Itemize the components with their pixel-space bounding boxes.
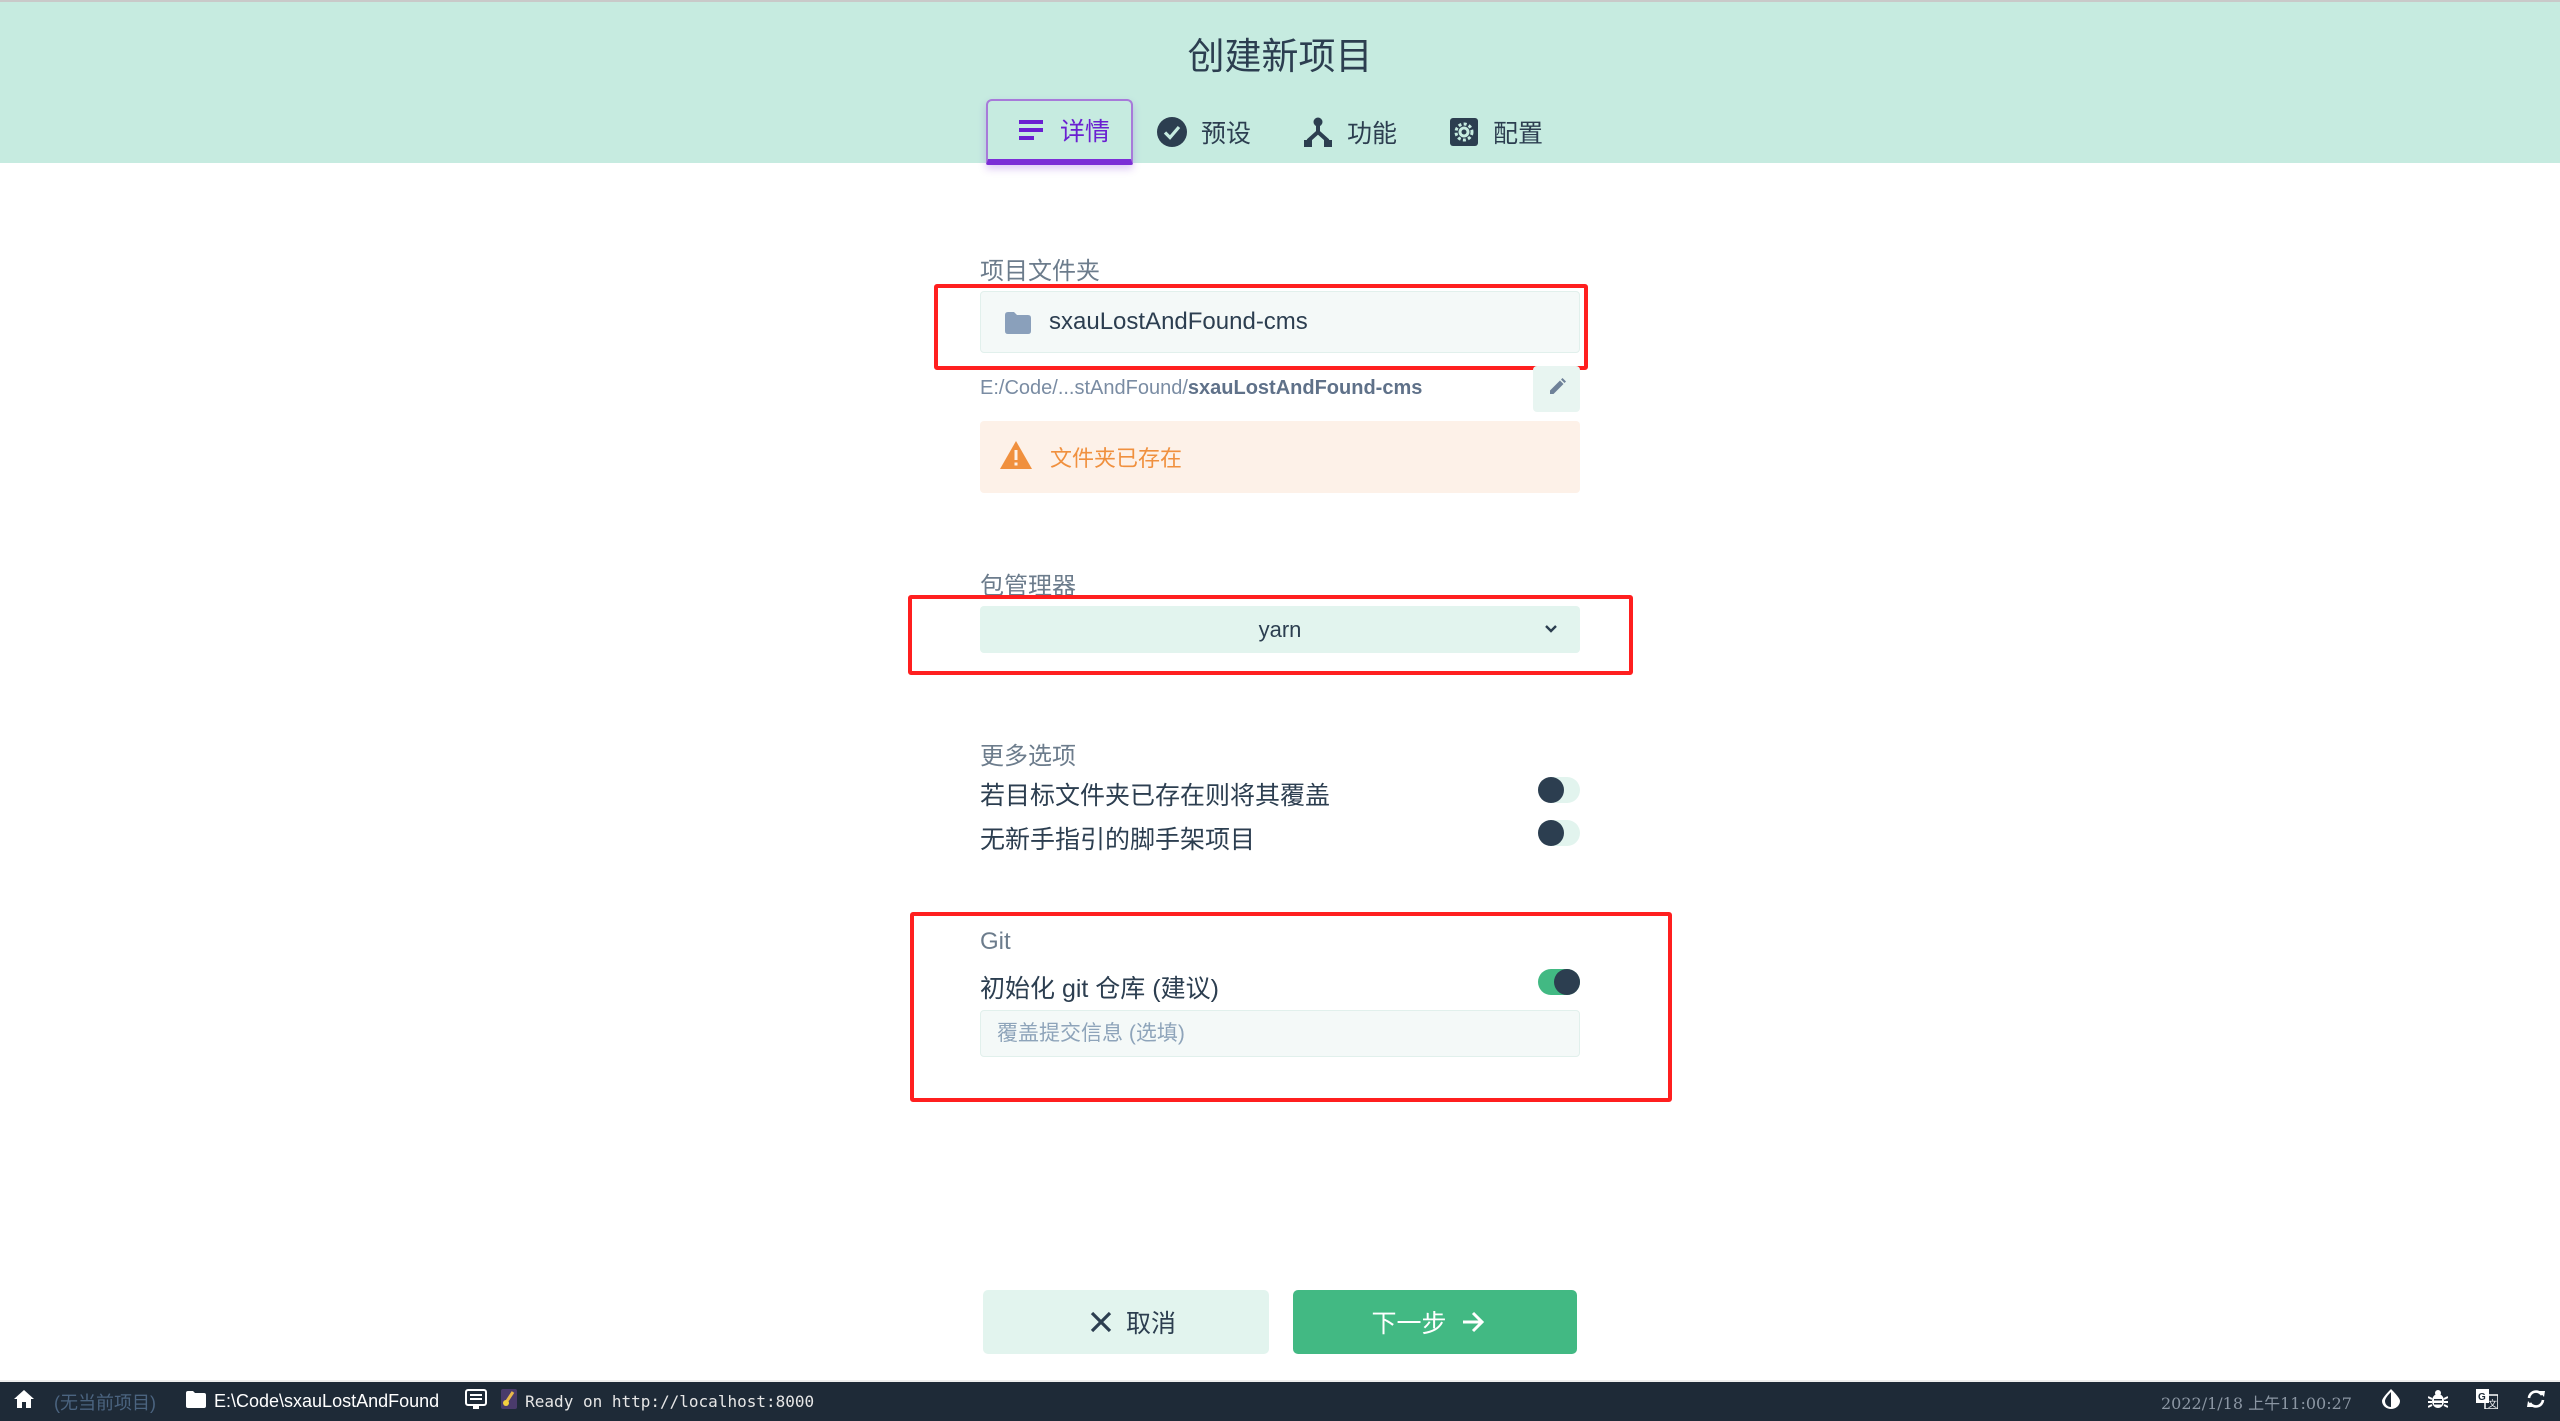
tab-config[interactable]: 配置 [1423,99,1569,165]
more-options-label: 更多选项 [980,743,1076,770]
tab-presets[interactable]: 预设 [1133,99,1277,165]
cwd-item[interactable]: E:\Code\sxauLostAndFound [186,1382,439,1421]
git-init-label: 初始化 git 仓库 (建议) [980,975,1219,1003]
status-bar: (无当前项目) E:\Code\sxauLostAndFound Ready o… [0,1380,2560,1421]
bug-icon [2427,1389,2449,1414]
option-overwrite-label: 若目标文件夹已存在则将其覆盖 [980,782,1331,810]
contrast-icon [2382,1389,2400,1414]
project-folder-label: 项目文件夹 [980,258,1100,285]
page-header: 创建新项目 详情 预设 功能 配置 [0,0,2560,165]
svg-text:G: G [2478,1392,2486,1403]
toggle-knob [1554,969,1580,995]
cancel-label: 取消 [1125,1310,1176,1338]
check-circle-icon [1157,117,1187,147]
edit-path-button[interactable] [1533,366,1580,412]
refresh-icon [2526,1389,2546,1414]
tab-label: 预设 [1201,120,1252,148]
pencil-icon [1548,377,1566,401]
fork-icon [1303,117,1333,147]
chevron-down-icon [1544,621,1558,639]
webpack-log-icon [501,1389,518,1414]
dark-mode-button[interactable] [2382,1382,2400,1421]
commit-message-input[interactable] [981,1011,1579,1056]
cwd-text: E:\Code\sxauLostAndFound [214,1391,440,1411]
project-folder-input[interactable]: sxauLostAndFound-cms [980,291,1580,353]
no-project-text: (无当前项目) [54,1392,156,1413]
tab-label: 功能 [1347,120,1398,148]
toggle-knob [1538,820,1564,846]
refresh-button[interactable] [2526,1382,2546,1421]
next-step-button[interactable]: 下一步 [1293,1290,1577,1354]
toggle-knob [1538,777,1564,803]
folder-path-prefix: E:/Code/...stAndFound/ [980,377,1188,399]
svg-text:文: 文 [2488,1398,2497,1409]
git-label: Git [980,928,1011,955]
option-no-guide-label: 无新手指引的脚手架项目 [980,826,1256,854]
highlight-box-git [910,912,1672,1102]
tab-features[interactable]: 功能 [1277,99,1423,165]
cancel-button[interactable]: 取消 [983,1290,1269,1354]
tab-label: 详情 [1060,118,1111,146]
close-icon [1090,1311,1112,1333]
log-item[interactable]: Ready on http://localhost:8000 [465,1382,814,1421]
folder-path-name: sxauLostAndFound-cms [1187,377,1423,399]
option-overwrite-toggle[interactable] [1538,777,1580,803]
package-manager-value: yarn [1258,617,1302,642]
report-bug-button[interactable] [2427,1382,2449,1421]
gear-icon [1449,117,1479,147]
package-manager-select[interactable]: yarn [980,606,1580,653]
folder-path: E:/Code/...stAndFound/sxauLostAndFound-c… [980,377,1422,400]
tab-label: 配置 [1493,120,1544,148]
arrow-right-icon [1461,1311,1485,1333]
option-no-guide-toggle[interactable] [1538,820,1580,846]
project-folder-value: sxauLostAndFound-cms [1049,308,1308,335]
folder-icon [186,1390,206,1413]
commit-message-field[interactable] [980,1010,1580,1057]
page-title: 创建新项目 [1187,36,1373,77]
home-icon [14,1390,34,1413]
datetime: 2022/1/18 上午11:00:27 [2161,1393,2352,1413]
warning-text: 文件夹已存在 [1050,446,1183,471]
tab-details[interactable]: 详情 [986,99,1133,165]
console-icon [465,1389,488,1414]
folder-icon [1005,312,1031,339]
folder-exists-warning: 文件夹已存在 [980,421,1580,493]
translate-icon: G文 [2476,1389,2499,1414]
next-label: 下一步 [1371,1310,1447,1338]
package-manager-label: 包管理器 [980,573,1076,600]
log-text: Ready on http://localhost:8000 [525,1392,815,1411]
translate-button[interactable]: G文 [2476,1382,2499,1421]
home-button[interactable]: (无当前项目) [14,1382,156,1421]
warning-icon [1000,440,1032,474]
git-init-toggle[interactable] [1538,969,1580,995]
step-tabs: 详情 预设 功能 配置 [986,99,1569,165]
list-icon [1016,115,1046,145]
